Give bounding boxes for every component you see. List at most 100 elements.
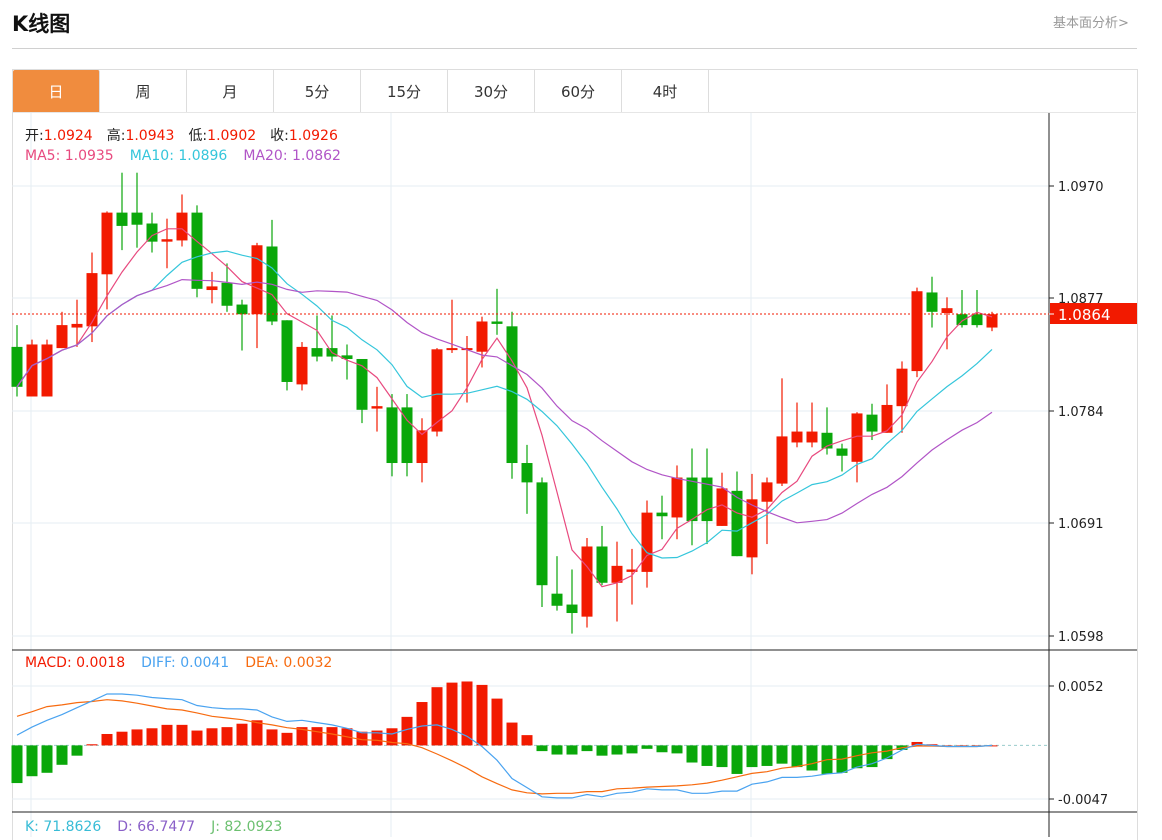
macd-bar: [791, 745, 803, 768]
candle-body: [101, 212, 113, 275]
candle-body: [581, 546, 593, 617]
macd-info: MACD: 0.0018 DIFF: 0.0041 DEA: 0.0032: [25, 655, 332, 671]
macd-bar: [176, 724, 188, 746]
macd-bar: [86, 744, 98, 746]
macd-bar: [221, 727, 233, 746]
macd-bar: [281, 732, 293, 746]
candle-body: [836, 448, 848, 456]
ma10-value: MA10: 1.0896: [129, 148, 228, 164]
ma-info: MA5: 1.0935 MA10: 1.0896 MA20: 1.0862: [25, 148, 341, 164]
candle-body: [296, 346, 308, 385]
ma20-line: [16, 278, 993, 524]
candle-body: [236, 304, 248, 315]
macd-bar: [551, 745, 563, 755]
macd-tick: 0.0052: [1058, 680, 1104, 695]
macd-bar: [416, 702, 428, 746]
macd-bar: [686, 745, 698, 763]
open-label: 开:: [25, 128, 44, 144]
candle-body: [671, 477, 683, 518]
candle-body: [776, 436, 788, 484]
candle-body: [551, 593, 563, 606]
macd-bar: [806, 745, 818, 771]
candle-body: [476, 321, 488, 352]
d-value: D: 66.7477: [117, 819, 196, 835]
macd-bar: [731, 745, 743, 774]
macd-bar: [101, 733, 113, 746]
candle-body: [896, 368, 908, 407]
candle-body: [56, 325, 68, 349]
ma5-value: MA5: 1.0935: [25, 148, 114, 164]
candle-body: [566, 604, 578, 614]
candle-body: [116, 212, 128, 226]
low-value: 1.0902: [207, 128, 257, 144]
candle-body: [611, 565, 623, 583]
macd-bar: [446, 682, 458, 746]
candle-body: [956, 314, 968, 326]
candle-body: [356, 358, 368, 410]
candle-body: [191, 212, 203, 289]
macd-bar: [611, 745, 623, 755]
dea-value: DEA: 0.0032: [245, 655, 333, 671]
macd-bar: [311, 727, 323, 746]
candle-body: [386, 407, 398, 464]
candle-body: [881, 404, 893, 433]
macd-bar: [191, 730, 203, 746]
price-tick: 1.0691: [1058, 517, 1104, 532]
macd-bar: [116, 731, 128, 746]
diff-value: DIFF: 0.0041: [141, 655, 230, 671]
macd-bar: [326, 727, 338, 746]
candle-body: [41, 344, 53, 397]
candle-body: [911, 291, 923, 372]
candle-body: [941, 308, 953, 314]
macd-bar: [476, 684, 488, 746]
macd-bar: [491, 698, 503, 746]
candle-body: [866, 414, 878, 432]
candle-body: [311, 348, 323, 357]
macd-bar: [581, 745, 593, 752]
close-label: 收:: [270, 128, 289, 144]
candle-body: [521, 463, 533, 483]
candle-body: [971, 314, 983, 326]
candle-body: [506, 326, 518, 464]
candle-body: [446, 348, 458, 351]
ma5-line: [16, 228, 993, 588]
candle-body: [371, 406, 383, 409]
high-value: 1.0943: [125, 128, 175, 144]
candle-body: [161, 239, 173, 242]
macd-bar: [431, 687, 443, 746]
high-label: 高:: [106, 128, 126, 144]
candle-body: [86, 273, 98, 327]
macd-bar: [146, 728, 158, 746]
macd-bar: [881, 745, 893, 760]
macd-bar: [131, 729, 143, 746]
candle-body: [131, 212, 143, 225]
price-tick: 1.0598: [1058, 630, 1104, 645]
open-value: 1.0924: [43, 128, 93, 144]
candle-body: [251, 245, 263, 315]
macd-bar: [161, 724, 173, 746]
macd-bar: [566, 745, 578, 755]
macd-bar: [236, 723, 248, 746]
macd-bar: [71, 745, 83, 756]
price-tick: 1.0784: [1058, 405, 1104, 420]
macd-bar: [11, 745, 23, 784]
candle-body: [686, 477, 698, 522]
close-value: 1.0926: [288, 128, 338, 144]
macd-bar: [41, 745, 53, 773]
candle-body: [926, 292, 938, 312]
low-label: 低:: [188, 128, 208, 144]
macd-bar: [596, 745, 608, 756]
kdj-info: K: 71.8626 D: 66.7477 J: 82.0923: [25, 819, 282, 835]
macd-bar: [701, 745, 713, 766]
j-value: J: 82.0923: [211, 819, 283, 835]
k-value: K: 71.8626: [25, 819, 102, 835]
macd-value: MACD: 0.0018: [25, 655, 126, 671]
macd-bar: [641, 745, 653, 749]
macd-tick: -0.0047: [1058, 793, 1108, 808]
macd-bar: [266, 729, 278, 746]
macd-bar: [536, 745, 548, 752]
candle-body: [746, 499, 758, 558]
candle-body: [491, 321, 503, 324]
ohlc-info: 开:1.0924 高:1.0943 低:1.0902 收:1.0926: [25, 125, 338, 145]
macd-chart: [11, 681, 1049, 799]
